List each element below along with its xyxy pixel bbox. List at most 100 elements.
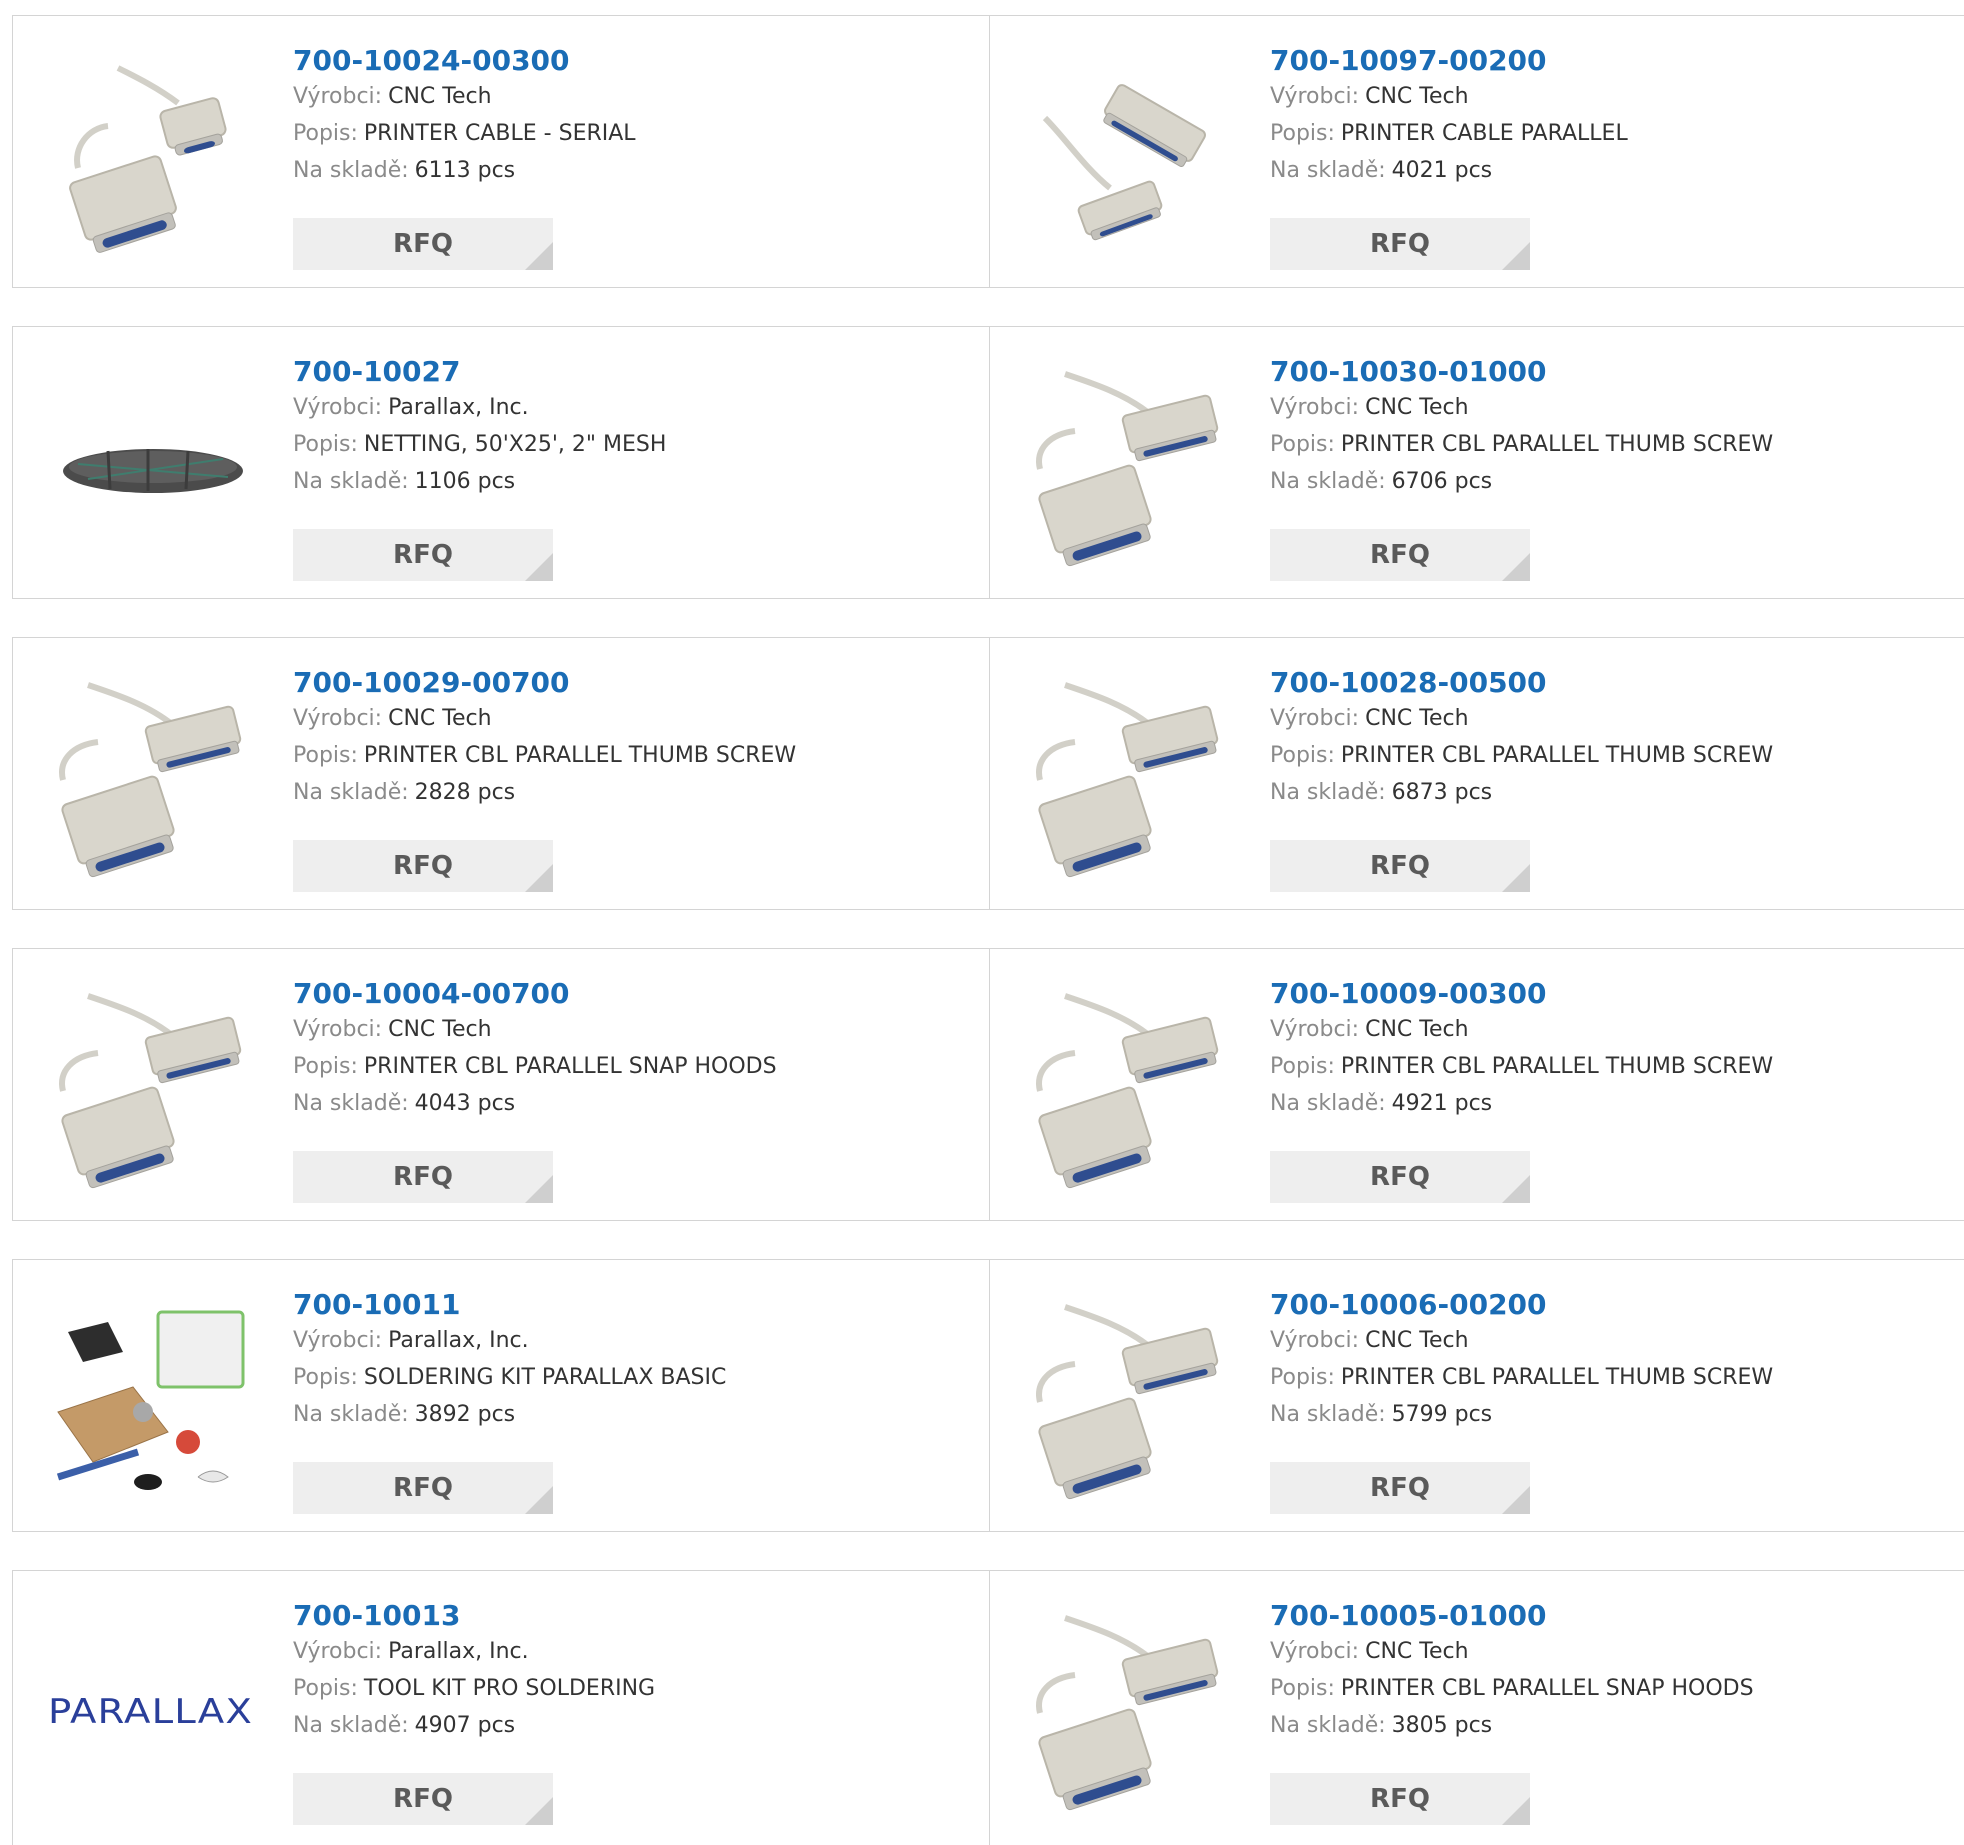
- stock-value: 1106 pcs: [414, 469, 516, 494]
- description-label: Popis:: [293, 1676, 358, 1701]
- product-image[interactable]: [1025, 1603, 1235, 1813]
- product-card: 700-10029-00700 Výrobci: CNC Tech Popis: PRI…: [13, 638, 990, 909]
- description-value: PRINTER CBL PARALLEL THUMB SCREW: [1340, 743, 1774, 768]
- part-number-link[interactable]: 700-10097-00200: [1270, 44, 1628, 78]
- manufacturer-value: CNC Tech: [1365, 395, 1469, 420]
- maker-line: Výrobci: CNC Tech: [1270, 700, 1773, 737]
- product-image[interactable]: PARALLAX: [48, 1603, 258, 1813]
- maker-line: Výrobci: CNC Tech: [1270, 78, 1628, 115]
- description-value: PRINTER CBL PARALLEL SNAP HOODS: [363, 1054, 777, 1079]
- stock-line: Na skladě: 3892 pcs: [293, 1396, 726, 1433]
- stock-label: Na skladě:: [1270, 1713, 1386, 1738]
- product-image[interactable]: [48, 359, 258, 569]
- part-number-link[interactable]: 700-10009-00300: [1270, 977, 1773, 1011]
- part-number-link[interactable]: 700-10011: [293, 1288, 726, 1322]
- product-row: 700-10029-00700 Výrobci: CNC Tech Popis: PRI…: [12, 637, 1964, 910]
- product-image[interactable]: [48, 1292, 258, 1502]
- manufacturer-value: CNC Tech: [1365, 706, 1469, 731]
- stock-value: 4907 pcs: [414, 1713, 516, 1738]
- manufacturer-value: CNC Tech: [1365, 1017, 1469, 1042]
- part-number-link[interactable]: 700-10029-00700: [293, 666, 796, 700]
- description-label: Popis:: [293, 432, 358, 457]
- product-image[interactable]: [48, 670, 258, 880]
- product-card: 700-10028-00500 Výrobci: CNC Tech Popis: PRI…: [990, 638, 1964, 909]
- product-card: PARALLAX 700-10013 Výrobci: Parallax, Inc. P…: [13, 1571, 990, 1845]
- rfq-button[interactable]: RFQ: [1270, 1773, 1530, 1825]
- description-label: Popis:: [293, 121, 358, 146]
- part-number-link[interactable]: 700-10028-00500: [1270, 666, 1773, 700]
- description-label: Popis:: [1270, 1365, 1335, 1390]
- corner-triangle-icon: [525, 1175, 553, 1203]
- product-image[interactable]: [48, 48, 258, 258]
- manufacturer-value: CNC Tech: [1365, 1328, 1469, 1353]
- product-image[interactable]: [1025, 48, 1235, 258]
- maker-label: Výrobci:: [1270, 1639, 1360, 1664]
- part-number-link[interactable]: 700-10030-01000: [1270, 355, 1773, 389]
- rfq-label: RFQ: [393, 540, 453, 570]
- desc-line: Popis: PRINTER CABLE - SERIAL: [293, 115, 636, 152]
- part-number-link[interactable]: 700-10005-01000: [1270, 1599, 1754, 1633]
- rfq-button[interactable]: RFQ: [293, 840, 553, 892]
- product-info: 700-10004-00700 Výrobci: CNC Tech Popis: PRI…: [293, 977, 777, 1122]
- stock-label: Na skladě:: [293, 1091, 409, 1116]
- stock-value: 3805 pcs: [1391, 1713, 1493, 1738]
- manufacturer-value: CNC Tech: [1365, 1639, 1469, 1664]
- stock-line: Na skladě: 4907 pcs: [293, 1707, 655, 1744]
- maker-line: Výrobci: CNC Tech: [1270, 1322, 1773, 1359]
- part-number-link[interactable]: 700-10024-00300: [293, 44, 636, 78]
- product-info: 700-10030-01000 Výrobci: CNC Tech Popis: PRI…: [1270, 355, 1773, 500]
- rfq-button[interactable]: RFQ: [1270, 218, 1530, 270]
- stock-line: Na skladě: 4921 pcs: [1270, 1085, 1773, 1122]
- stock-label: Na skladě:: [293, 1713, 409, 1738]
- corner-triangle-icon: [1502, 864, 1530, 892]
- product-image[interactable]: [1025, 1292, 1235, 1502]
- rfq-button[interactable]: RFQ: [1270, 1462, 1530, 1514]
- desc-line: Popis: PRINTER CBL PARALLEL SNAP HOODS: [293, 1048, 777, 1085]
- maker-line: Výrobci: Parallax, Inc.: [293, 389, 666, 426]
- stock-line: Na skladě: 4043 pcs: [293, 1085, 777, 1122]
- rfq-label: RFQ: [1370, 851, 1430, 881]
- product-image[interactable]: [1025, 359, 1235, 569]
- stock-line: Na skladě: 4021 pcs: [1270, 152, 1628, 189]
- product-card: 700-10030-01000 Výrobci: CNC Tech Popis: PRI…: [990, 327, 1964, 598]
- rfq-button[interactable]: RFQ: [293, 529, 553, 581]
- stock-label: Na skladě:: [1270, 1402, 1386, 1427]
- product-image[interactable]: [1025, 670, 1235, 880]
- rfq-button[interactable]: RFQ: [293, 1773, 553, 1825]
- rfq-label: RFQ: [1370, 229, 1430, 259]
- description-value: PRINTER CBL PARALLEL THUMB SCREW: [1340, 1365, 1774, 1390]
- product-card: 700-10009-00300 Výrobci: CNC Tech Popis: PRI…: [990, 949, 1964, 1220]
- stock-label: Na skladě:: [293, 1402, 409, 1427]
- stock-label: Na skladě:: [293, 158, 409, 183]
- product-card: 700-10004-00700 Výrobci: CNC Tech Popis: PRI…: [13, 949, 990, 1220]
- corner-triangle-icon: [1502, 1486, 1530, 1514]
- rfq-button[interactable]: RFQ: [293, 1151, 553, 1203]
- product-row: 700-10027 Výrobci: Parallax, Inc. Popis: NET…: [12, 326, 1964, 599]
- product-card: 700-10006-00200 Výrobci: CNC Tech Popis: PRI…: [990, 1260, 1964, 1531]
- stock-line: Na skladě: 6706 pcs: [1270, 463, 1773, 500]
- product-image[interactable]: [1025, 981, 1235, 1191]
- stock-value: 6706 pcs: [1391, 469, 1493, 494]
- description-value: PRINTER CABLE - SERIAL: [363, 121, 636, 146]
- description-label: Popis:: [293, 1054, 358, 1079]
- stock-label: Na skladě:: [1270, 158, 1386, 183]
- rfq-button[interactable]: RFQ: [1270, 840, 1530, 892]
- rfq-button[interactable]: RFQ: [293, 1462, 553, 1514]
- part-number-link[interactable]: 700-10027: [293, 355, 666, 389]
- rfq-button[interactable]: RFQ: [1270, 1151, 1530, 1203]
- rfq-label: RFQ: [393, 851, 453, 881]
- rfq-button[interactable]: RFQ: [293, 218, 553, 270]
- description-label: Popis:: [1270, 743, 1335, 768]
- corner-triangle-icon: [525, 1797, 553, 1825]
- description-value: PRINTER CBL PARALLEL THUMB SCREW: [363, 743, 797, 768]
- manufacturer-value: CNC Tech: [388, 84, 492, 109]
- product-image[interactable]: [48, 981, 258, 1191]
- desc-line: Popis: TOOL KIT PRO SOLDERING: [293, 1670, 655, 1707]
- desc-line: Popis: PRINTER CABLE PARALLEL: [1270, 115, 1628, 152]
- part-number-link[interactable]: 700-10004-00700: [293, 977, 777, 1011]
- rfq-button[interactable]: RFQ: [1270, 529, 1530, 581]
- desc-line: Popis: PRINTER CBL PARALLEL THUMB SCREW: [293, 737, 796, 774]
- product-row: 700-10004-00700 Výrobci: CNC Tech Popis: PRI…: [12, 948, 1964, 1221]
- part-number-link[interactable]: 700-10006-00200: [1270, 1288, 1773, 1322]
- part-number-link[interactable]: 700-10013: [293, 1599, 655, 1633]
